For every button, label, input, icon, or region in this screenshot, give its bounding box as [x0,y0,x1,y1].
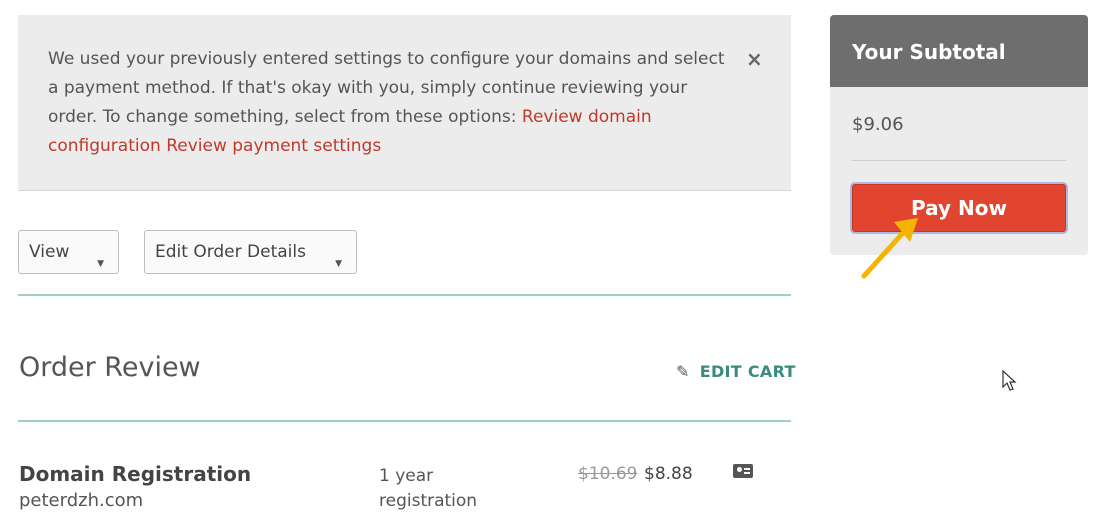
chevron-down-icon: ▼ [335,259,342,269]
edit-order-details-label: Edit Order Details [155,242,306,262]
pencil-icon: ✎ [676,362,690,381]
notice-message: We used your previously entered settings… [48,45,738,161]
view-dropdown-label: View [29,242,70,262]
annotation-arrow-icon [861,218,918,279]
item-domain: peterdzh.com [19,490,144,511]
edit-order-details-dropdown[interactable]: Edit Order Details ▼ [144,230,357,274]
item-price: $8.88 [644,464,693,484]
subtotal-title: Your Subtotal [852,40,1006,64]
edit-cart-link[interactable]: ✎ EDIT CART [676,362,796,381]
close-icon[interactable]: × [746,47,763,71]
subtotal-amount: $9.06 [852,114,904,135]
view-dropdown[interactable]: View ▼ [18,230,119,274]
item-original-price: $10.69 [578,464,638,484]
chevron-down-icon: ▼ [97,259,104,269]
subtotal-header: Your Subtotal [830,15,1088,87]
mouse-cursor-icon [1002,370,1017,391]
section-divider [18,420,791,422]
review-payment-settings-link[interactable]: Review payment settings [166,136,381,156]
item-term: 1 year registration [379,466,478,511]
page-title: Order Review [19,352,201,383]
edit-cart-label: EDIT CART [699,362,796,381]
subtotal-divider [852,160,1066,161]
contact-card-icon[interactable] [733,464,753,478]
settings-notice: We used your previously entered settings… [18,15,791,191]
section-divider [18,294,791,296]
item-title: Domain Registration [19,462,252,486]
